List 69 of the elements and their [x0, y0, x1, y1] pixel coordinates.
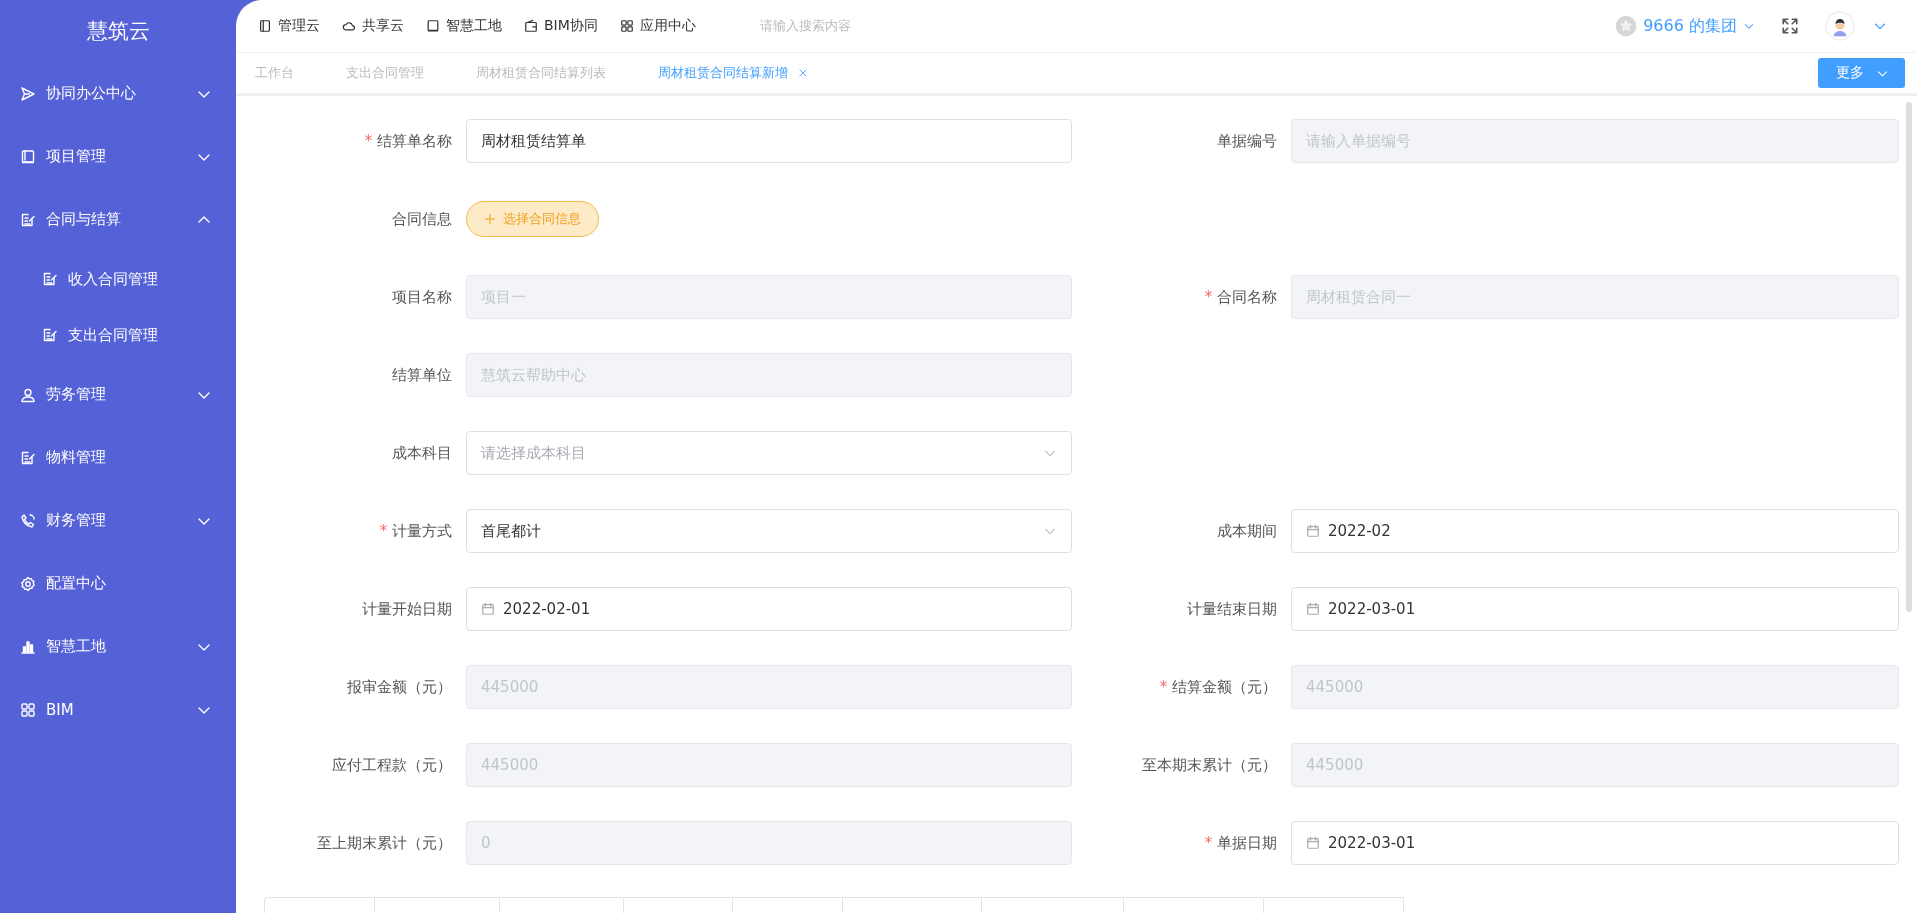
field-label: * 合同名称 [1203, 287, 1277, 307]
field-label: * 计量方式 [378, 521, 452, 541]
field-label: 应付工程款（元） [331, 755, 452, 775]
cloud-icon [342, 19, 356, 33]
calendar-icon [481, 602, 495, 616]
scrollbar-thumb[interactable] [1906, 102, 1912, 612]
sidebar-subitem[interactable]: 支出合同管理 [0, 307, 236, 363]
sidebar-item[interactable]: 劳务管理 [0, 363, 236, 426]
field-label: * 结算单名称 [363, 131, 452, 151]
field-label: * 单据日期 [1203, 833, 1277, 853]
plus-icon [484, 213, 496, 225]
nav-link[interactable]: BIM协同 [524, 17, 598, 35]
avatar-icon[interactable] [1825, 11, 1855, 41]
nav-link[interactable]: 管理云 [258, 17, 320, 35]
nav-link[interactable]: 应用中心 [619, 17, 696, 35]
sidebar-item[interactable]: 项目管理 [0, 125, 236, 188]
field-label: 项目名称 [391, 287, 452, 307]
sidebar-item[interactable]: 财务管理 [0, 489, 236, 552]
settings-icon [20, 575, 36, 592]
nav-link[interactable]: 共享云 [342, 17, 404, 35]
nav-link[interactable]: 智慧工地 [426, 17, 502, 35]
fullscreen-icon[interactable] [1781, 17, 1799, 35]
document-edit-icon [42, 271, 58, 287]
sidebar-item[interactable]: 合同与结算 [0, 188, 236, 251]
sidebar-item[interactable]: 协同办公中心 [0, 62, 236, 125]
document-edit-icon [20, 211, 36, 228]
phone-icon [20, 512, 36, 529]
field-label: 报审金额（元） [346, 677, 452, 697]
organization-dropdown[interactable]: 9666 的集团 [1643, 15, 1755, 37]
calendar-icon [1306, 836, 1320, 850]
star-badge-icon [1615, 15, 1638, 37]
book-icon [426, 19, 440, 33]
field-label: * 结算金额（元） [1158, 677, 1277, 697]
field-label: 单据编号 [1216, 131, 1277, 151]
wallet-icon [524, 19, 538, 33]
field-label: 成本期间 [1216, 521, 1277, 541]
field-label: 至本期末累计（元） [1141, 755, 1277, 775]
date-field[interactable]: 2022-03-01 [1291, 587, 1899, 631]
bar-chart-icon [20, 638, 36, 655]
date-field[interactable]: 2022-02-01 [466, 587, 1072, 631]
calendar-icon [1306, 524, 1320, 538]
sidebar-subitem[interactable]: 收入合同管理 [0, 251, 236, 307]
person-icon [20, 386, 36, 403]
date-field[interactable]: 2022-03-01 [1291, 821, 1899, 865]
field-label: 成本科目 [391, 443, 452, 463]
field-label: 结算单位 [391, 365, 452, 385]
more-button[interactable]: 更多 [1818, 58, 1905, 88]
grid-icon [619, 19, 634, 33]
grid-icon [20, 701, 36, 718]
send-icon [20, 85, 36, 102]
field-label: 计量开始日期 [361, 599, 452, 619]
date-field[interactable]: 2022-02 [1291, 509, 1899, 553]
document-edit-icon [42, 327, 58, 343]
calendar-icon [1306, 602, 1320, 616]
document-edit-icon [20, 449, 36, 466]
select-field[interactable]: 首尾都计 [466, 509, 1072, 553]
logo-text: 慧筑云 [85, 18, 151, 45]
field-label: 计量结束日期 [1186, 599, 1277, 619]
sidebar-item[interactable]: 智慧工地 [0, 615, 236, 678]
close-icon[interactable] [798, 68, 808, 78]
input-field[interactable]: 周材租赁结算单 [466, 119, 1072, 163]
book-icon [20, 148, 36, 165]
sidebar-item[interactable]: BIM [0, 678, 236, 741]
field-label: 合同信息 [391, 209, 452, 229]
sidebar-item[interactable]: 物料管理 [0, 426, 236, 489]
sidebar-item[interactable]: 配置中心 [0, 552, 236, 615]
tab[interactable]: 周材租赁合同结算新增 [658, 64, 808, 82]
field-label: 至上期末累计（元） [316, 833, 452, 853]
book-icon [258, 19, 272, 33]
